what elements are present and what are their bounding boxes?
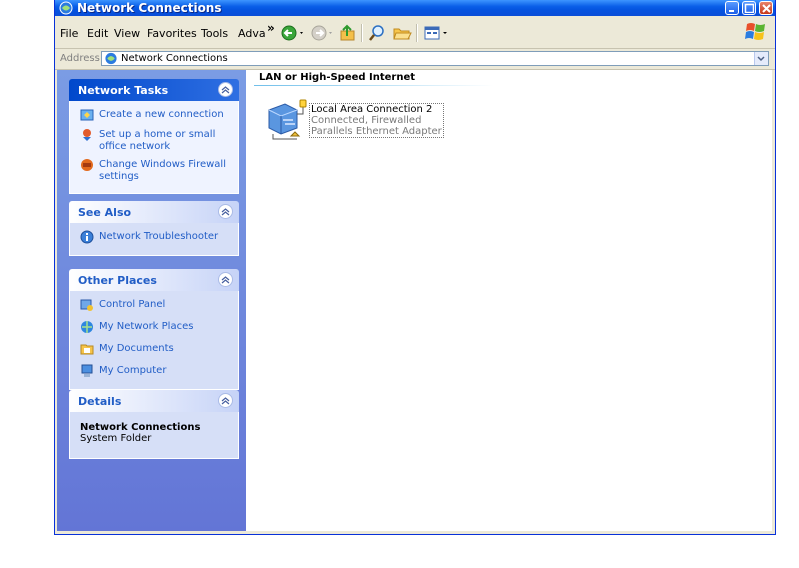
details-body: Network Connections System Folder (69, 412, 239, 459)
network-tasks-title: Network Tasks (78, 84, 169, 97)
window-title: Network Connections (77, 1, 222, 15)
my-computer-icon (81, 364, 93, 377)
views-icon (424, 26, 447, 40)
menu-toolbar: File Edit View Favorites Tools Adva » (55, 17, 775, 49)
connection-name: Local Area Connection 2 (311, 104, 433, 115)
toolbar-overflow-chevron[interactable]: » (267, 21, 275, 35)
menu-edit[interactable]: Edit (87, 27, 108, 40)
network-connections-icon (59, 1, 73, 15)
other-places-header[interactable]: Other Places (69, 269, 239, 291)
collapse-button[interactable] (218, 204, 233, 219)
home-network-icon (83, 129, 91, 141)
toolbar-separator (361, 24, 363, 42)
up-folder-button[interactable] (338, 23, 358, 43)
content-area: Network Tasks Create a new connection Se… (55, 70, 775, 534)
collapse-button[interactable] (218, 393, 233, 408)
collapse-button[interactable] (218, 82, 233, 97)
address-field[interactable]: Network Connections (101, 51, 769, 66)
network-tasks-header[interactable]: Network Tasks (69, 79, 239, 101)
see-also-body: Network Troubleshooter (69, 223, 239, 256)
network-connections-icon (105, 52, 117, 65)
minimize-icon (729, 10, 734, 12)
address-dropdown-button[interactable] (754, 52, 768, 65)
network-tasks-body: Create a new connection Set up a home or… (69, 101, 239, 194)
address-label: Address (60, 53, 100, 64)
see-also-title: See Also (78, 206, 132, 219)
home-network-setup-link[interactable]: Set up a home or small office network (70, 127, 238, 155)
back-icon (281, 25, 303, 41)
troubleshooter-icon (80, 230, 94, 244)
address-value: Network Connections (121, 53, 228, 64)
task-pane: Network Tasks Create a new connection Se… (57, 70, 246, 531)
menu-advanced[interactable]: Adva (238, 27, 266, 40)
firewall-icon (81, 159, 93, 171)
chevron-up-icon (221, 208, 230, 216)
title-bar[interactable]: Network Connections (55, 0, 775, 16)
firewall-settings-link[interactable]: Change Windows Firewall settings (70, 157, 238, 185)
group-divider (254, 85, 494, 86)
other-places-body: Control Panel My Network Places My Docum… (69, 291, 239, 390)
explorer-window: Network Connections File Edit View Favor… (54, 0, 776, 535)
network-troubleshooter-link[interactable]: Network Troubleshooter (70, 229, 238, 247)
menu-view[interactable]: View (114, 27, 140, 40)
chevron-up-icon (221, 276, 230, 284)
lan-connection-icon[interactable] (263, 98, 309, 142)
close-icon (762, 4, 771, 13)
control-panel-link[interactable]: Control Panel (70, 297, 238, 315)
windows-logo-icon (745, 23, 765, 40)
forward-button[interactable] (310, 23, 336, 43)
forward-icon (311, 25, 332, 41)
details-title: Details (78, 395, 122, 408)
group-header: LAN or High-Speed Internet (259, 72, 416, 83)
details-item-type: System Folder (80, 433, 152, 444)
collapse-button[interactable] (218, 272, 233, 287)
my-documents-icon (80, 344, 94, 355)
folders-icon (393, 28, 412, 40)
see-also-panel: See Also Network Troubleshooter (69, 201, 239, 256)
connection-status: Connected, Firewalled (311, 115, 422, 126)
folders-button[interactable] (392, 23, 412, 43)
search-button[interactable] (367, 23, 387, 43)
maximize-icon (744, 3, 754, 13)
network-tasks-panel: Network Tasks Create a new connection Se… (69, 79, 239, 194)
chevron-up-icon (221, 86, 230, 94)
menu-favorites[interactable]: Favorites (147, 27, 197, 40)
maximize-button[interactable] (742, 1, 756, 15)
my-network-places-link[interactable]: My Network Places (70, 319, 238, 337)
toolbar-separator (416, 24, 418, 42)
up-folder-icon (340, 24, 355, 41)
new-connection-icon (80, 109, 94, 121)
back-button[interactable] (280, 23, 308, 43)
other-places-panel: Other Places Control Panel My Network Pl… (69, 269, 239, 390)
chevron-up-icon (221, 397, 230, 405)
close-button[interactable] (759, 1, 773, 15)
control-panel-icon (80, 299, 93, 311)
my-computer-link[interactable]: My Computer (70, 363, 238, 381)
file-list-pane[interactable]: LAN or High-Speed Internet Local Area Co… (246, 70, 772, 531)
menu-file[interactable]: File (60, 27, 78, 40)
connection-item-label[interactable]: Local Area Connection 2 Connected, Firew… (309, 103, 444, 138)
details-header[interactable]: Details (69, 390, 239, 412)
network-places-icon (81, 321, 93, 333)
address-bar: Address Network Connections (55, 49, 775, 70)
see-also-header[interactable]: See Also (69, 201, 239, 223)
chevron-down-icon (757, 56, 765, 62)
create-new-connection-link[interactable]: Create a new connection (70, 107, 238, 125)
my-documents-link[interactable]: My Documents (70, 341, 238, 359)
menu-tools[interactable]: Tools (201, 27, 228, 40)
details-item-name: Network Connections (80, 422, 201, 433)
details-panel: Details Network Connections System Folde… (69, 390, 239, 459)
views-button[interactable] (423, 23, 451, 43)
other-places-title: Other Places (78, 274, 157, 287)
minimize-button[interactable] (725, 1, 739, 15)
connection-device: Parallels Ethernet Adapter (311, 126, 442, 137)
search-icon (369, 25, 384, 41)
